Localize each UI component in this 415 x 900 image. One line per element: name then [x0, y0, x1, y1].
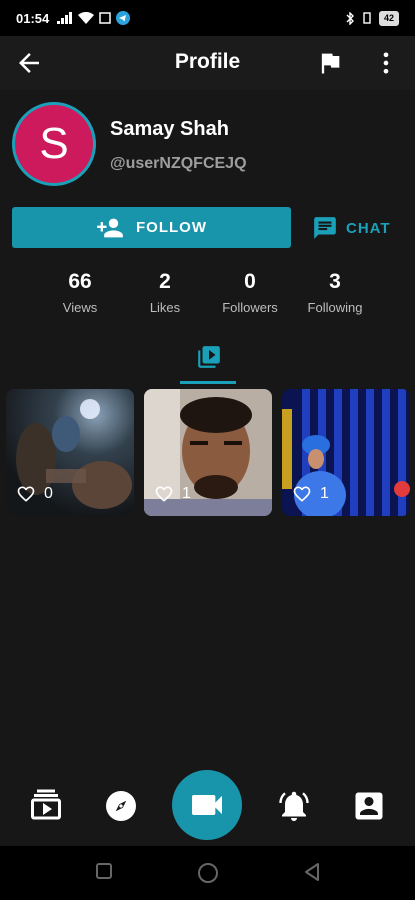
stat-label: Following: [307, 300, 363, 315]
wifi-icon: [78, 12, 95, 24]
nav-profile[interactable]: [351, 788, 387, 824]
video-likes: 0: [16, 484, 53, 504]
video-thumbnail[interactable]: 0: [6, 389, 134, 516]
stat-views[interactable]: 66 Views: [35, 270, 125, 315]
nav-explore[interactable]: [103, 788, 139, 824]
compass-icon: [106, 791, 136, 821]
record-video-button[interactable]: [172, 770, 242, 840]
profile-handle: @userNZQFCEJQ: [110, 155, 247, 172]
video-likes: 1: [292, 484, 329, 504]
home-button[interactable]: [196, 861, 220, 890]
arrow-back-icon: [19, 53, 39, 73]
stat-value: 66: [68, 270, 92, 293]
status-time: 01:54: [16, 10, 50, 26]
tab-videos[interactable]: [180, 340, 236, 384]
stat-label: Likes: [149, 300, 181, 315]
circle-icon: [198, 863, 218, 883]
chat-label: CHAT: [346, 219, 391, 237]
video-feed-icon: [31, 789, 61, 820]
status-right: 42: [345, 10, 399, 26]
back-nav-button[interactable]: [302, 861, 322, 888]
follow-button[interactable]: FOLLOW: [12, 207, 291, 248]
data-icon: [99, 12, 111, 24]
video-likes-count: 1: [320, 485, 329, 502]
video-likes-count: 1: [182, 485, 191, 502]
avatar[interactable]: S: [12, 102, 96, 186]
recents-button[interactable]: [94, 861, 114, 886]
heart-outline-icon: [155, 486, 173, 502]
chat-icon: [314, 217, 336, 239]
nav-feed[interactable]: [28, 788, 64, 824]
avatar-letter: S: [39, 119, 69, 168]
flag-icon: [321, 53, 340, 74]
more-vert-icon: [383, 52, 389, 74]
status-icons: [57, 11, 131, 25]
more-options-button[interactable]: [372, 49, 400, 77]
battery-level: 42: [378, 10, 399, 26]
report-button[interactable]: [316, 49, 344, 77]
tab-indicator: [180, 381, 236, 384]
stat-value: 3: [329, 270, 341, 293]
status-bar: 01:54 42: [0, 0, 415, 36]
video-thumbnail[interactable]: 1: [144, 389, 272, 516]
heart-outline-icon: [17, 486, 35, 502]
chat-button[interactable]: CHAT: [312, 212, 402, 244]
page-title: Profile: [174, 50, 241, 73]
video-thumbnail[interactable]: 1: [282, 389, 410, 516]
signal-icon: [57, 12, 73, 24]
vibrate-icon: [363, 12, 371, 24]
bell-icon: [279, 791, 309, 821]
video-library-icon: [198, 346, 220, 368]
app-bar: Profile: [0, 36, 415, 90]
heart-outline-icon: [293, 486, 311, 502]
video-likes: 1: [154, 484, 191, 504]
stat-value: 0: [244, 270, 256, 293]
stat-value: 2: [159, 270, 171, 293]
triangle-back-icon: [305, 863, 319, 881]
stat-label: Followers: [222, 300, 278, 315]
profile-icon: [355, 792, 383, 820]
bottom-nav: [0, 770, 415, 846]
stat-likes[interactable]: 2 Likes: [120, 270, 210, 315]
back-button[interactable]: [14, 48, 44, 78]
follow-label: FOLLOW: [136, 219, 207, 236]
telegram-icon: [116, 11, 131, 25]
system-nav-bar: [0, 846, 415, 900]
square-icon: [96, 863, 112, 879]
profile-name: Samay Shah: [110, 118, 229, 140]
video-likes-count: 0: [44, 485, 53, 502]
video-camera-icon: [192, 795, 222, 815]
stat-followers[interactable]: 0 Followers: [205, 270, 295, 315]
stat-label: Views: [62, 300, 98, 315]
nav-notifications[interactable]: [276, 788, 312, 824]
stat-following[interactable]: 3 Following: [290, 270, 380, 315]
person-add-icon: [97, 218, 123, 237]
bluetooth-icon: [346, 11, 354, 25]
